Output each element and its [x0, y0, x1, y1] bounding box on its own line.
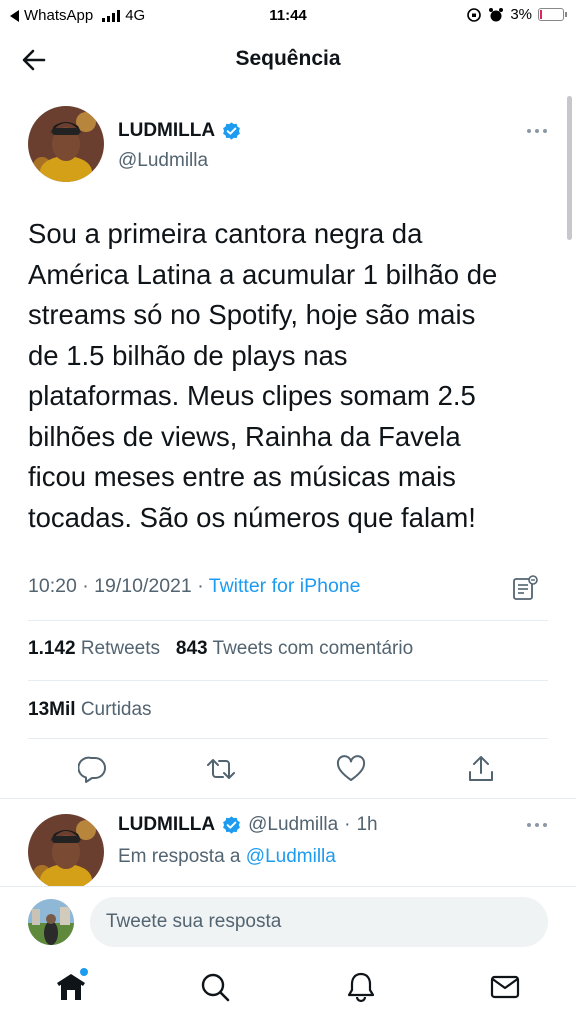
- author-name-row: LUDMILLA: [118, 120, 242, 142]
- alarm-icon: [489, 7, 504, 21]
- reply-icon[interactable]: [78, 754, 108, 784]
- reply-separator: ·: [344, 814, 351, 835]
- search-icon[interactable]: [198, 970, 232, 1004]
- rotation-lock-icon: [467, 7, 482, 22]
- meta-separator: ·: [82, 575, 95, 597]
- reply-author-name[interactable]: LUDMILLA: [118, 814, 215, 836]
- avatar-image: [28, 814, 104, 890]
- reply-name-row: LUDMILLA @Ludmilla · 1h: [118, 814, 378, 836]
- like-icon[interactable]: [336, 754, 366, 784]
- retweet-stats: 1.142 Retweets 843 Tweets com comentário: [28, 638, 413, 660]
- battery-percent: 3%: [510, 6, 532, 23]
- verified-badge-icon: [223, 815, 240, 834]
- reply-input[interactable]: [90, 897, 548, 947]
- in-reply-prefix: Em resposta a: [118, 846, 241, 867]
- likes-count[interactable]: 13Mil: [28, 699, 76, 720]
- status-right: 3%: [466, 6, 567, 23]
- divider: [0, 798, 576, 799]
- compose-bar: [0, 886, 576, 956]
- tweet-meta: 10:20 · 19/10/2021 · Twitter for iPhone: [28, 575, 360, 598]
- meta-separator: ·: [197, 575, 209, 597]
- bottom-tab-bar: [0, 956, 576, 1024]
- reply-avatar[interactable]: [28, 814, 104, 890]
- verified-badge-icon: [223, 121, 240, 140]
- note-icon[interactable]: [510, 574, 540, 602]
- likes-label[interactable]: Curtidas: [81, 699, 152, 720]
- scrollbar[interactable]: [567, 96, 572, 240]
- tweet-time[interactable]: 10:20: [28, 575, 77, 597]
- avatar-image: [28, 106, 104, 182]
- more-icon[interactable]: [526, 128, 548, 134]
- more-icon[interactable]: [526, 822, 548, 828]
- tweet-date[interactable]: 19/10/2021: [94, 575, 192, 597]
- new-content-dot: [80, 968, 88, 976]
- divider: [28, 680, 548, 681]
- battery-icon: [538, 8, 567, 21]
- user-avatar[interactable]: [28, 899, 74, 945]
- in-reply-to: Em resposta a @Ludmilla: [118, 846, 336, 868]
- reply-author-handle[interactable]: @Ludmilla: [248, 814, 338, 836]
- retweets-label[interactable]: Retweets: [81, 638, 160, 659]
- status-bar: WhatsApp 4G 11:44 3%: [0, 0, 576, 32]
- quotes-label[interactable]: Tweets com comentário: [213, 638, 414, 659]
- tweet-source[interactable]: Twitter for iPhone: [209, 575, 361, 597]
- retweet-icon[interactable]: [206, 754, 236, 784]
- avatar-image: [28, 899, 74, 945]
- divider: [28, 620, 548, 621]
- reply-age: 1h: [356, 814, 378, 835]
- like-stats: 13Mil Curtidas: [28, 699, 152, 721]
- quotes-count[interactable]: 843: [176, 638, 208, 659]
- author-name[interactable]: LUDMILLA: [118, 120, 215, 142]
- page-title: Sequência: [235, 47, 341, 70]
- top-header: Sequência: [0, 36, 576, 84]
- in-reply-handle[interactable]: @Ludmilla: [246, 846, 336, 867]
- retweets-count[interactable]: 1.142: [28, 638, 76, 659]
- messages-icon[interactable]: [488, 970, 522, 1004]
- author-avatar[interactable]: [28, 106, 104, 182]
- notifications-icon[interactable]: [344, 970, 378, 1004]
- divider: [28, 738, 548, 739]
- share-icon[interactable]: [466, 754, 496, 784]
- author-handle[interactable]: @Ludmilla: [118, 150, 208, 172]
- tweet-text: Sou a primeira cantora negra da América …: [28, 218, 498, 533]
